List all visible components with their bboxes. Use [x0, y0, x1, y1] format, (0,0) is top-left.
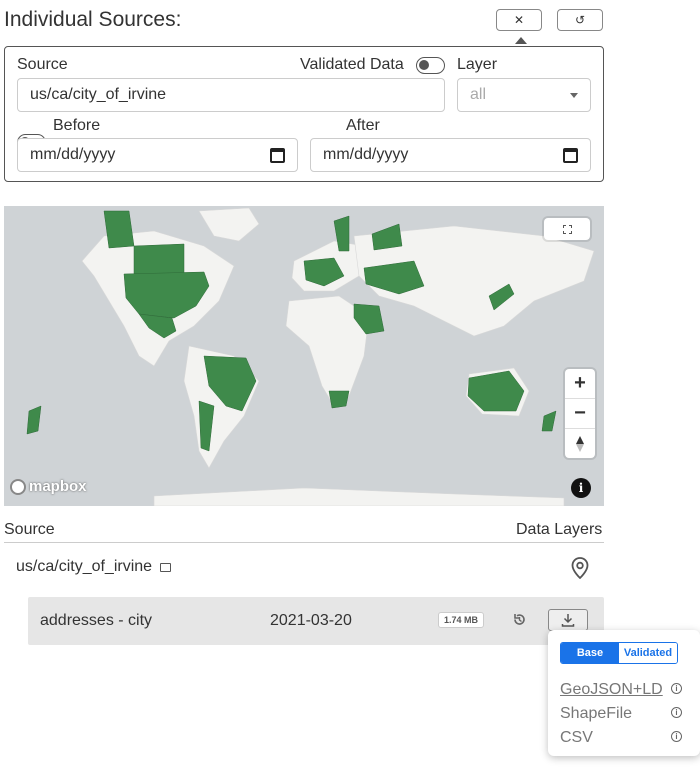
format-geojson-link[interactable]: GeoJSON+LD [560, 681, 663, 699]
layer-label: Layer [457, 56, 498, 73]
tab-validated-label: Validated [623, 647, 673, 659]
layer-select-value: all [470, 86, 487, 103]
compass-icon [576, 435, 584, 452]
close-icon: ✕ [513, 13, 525, 27]
caret-down-icon [570, 92, 578, 98]
data-type-toggle: Base Validated [560, 642, 678, 664]
tab-validated[interactable]: Validated [619, 643, 677, 663]
data-layers-column-header: Data Layers [516, 521, 603, 538]
source-input[interactable]: us/ca/city_of_irvine [17, 78, 445, 112]
layer-name: addresses - city [40, 612, 153, 629]
map-canvas [26, 207, 595, 506]
before-date-input[interactable]: mm/dd/yyyy [17, 138, 298, 172]
zoom-in-button[interactable]: + [565, 369, 595, 399]
info-icon[interactable]: i [671, 683, 682, 694]
close-button[interactable]: ✕ [496, 9, 542, 31]
source-column-header: Source [4, 521, 55, 538]
attribution-info-button[interactable]: i [571, 478, 591, 498]
minus-icon: − [574, 402, 586, 424]
source-input-value: us/ca/city_of_irvine [30, 86, 167, 103]
info-icon[interactable]: i [671, 707, 682, 718]
history-icon [514, 614, 525, 625]
filter-panel: Source Validated Data Layer us/ca/city_o… [4, 46, 604, 182]
info-icon: i [578, 481, 584, 495]
fullscreen-button[interactable] [544, 218, 590, 240]
mapbox-logo-icon [10, 478, 26, 495]
fullscreen-icon [562, 224, 572, 234]
after-date-value: mm/dd/yyyy [323, 146, 409, 163]
source-name: us/ca/city_of_irvine [16, 558, 153, 575]
location-pin-icon [571, 557, 589, 580]
data-layer-row: addresses - city 2021-03-20 1.74 MB [28, 597, 604, 645]
after-date-input[interactable]: mm/dd/yyyy [310, 138, 591, 172]
validated-label: Validated Data [300, 56, 404, 73]
info-icon[interactable]: i [671, 731, 682, 742]
location-pin-button[interactable] [571, 557, 589, 584]
world-map[interactable]: + − mapbox i [4, 206, 604, 506]
file-size-badge: 1.74 MB [438, 612, 485, 628]
layer-select[interactable]: all [457, 78, 591, 112]
source-label: Source [17, 56, 68, 73]
page-title: Individual Sources: [4, 8, 182, 31]
reset-icon: ↺ [574, 13, 586, 27]
reset-button[interactable]: ↺ [557, 9, 603, 31]
format-csv-link[interactable]: CSV [560, 729, 593, 747]
zoom-out-button[interactable]: − [565, 399, 595, 429]
download-popup: Base Validated GeoJSON+LD i ShapeFile i … [548, 630, 700, 756]
zoom-controls: + − [565, 369, 595, 458]
calendar-icon[interactable] [563, 147, 578, 163]
download-icon [561, 614, 575, 627]
history-button[interactable] [512, 612, 527, 627]
compass-button[interactable] [565, 429, 595, 458]
after-label: After [346, 117, 380, 134]
header-divider [4, 542, 604, 543]
calendar-icon[interactable] [270, 147, 285, 163]
plus-icon: + [574, 372, 586, 394]
layer-date: 2021-03-20 [270, 612, 352, 629]
map-icon[interactable] [160, 562, 172, 572]
tab-base-label: Base [576, 647, 604, 659]
before-date-value: mm/dd/yyyy [30, 146, 116, 163]
mapbox-logo: mapbox [10, 478, 87, 495]
format-shapefile-link[interactable]: ShapeFile [560, 705, 632, 723]
tab-base[interactable]: Base [561, 643, 619, 663]
before-label: Before [53, 117, 101, 134]
panel-caret-icon [515, 37, 527, 44]
validated-toggle[interactable] [416, 57, 445, 74]
download-button[interactable] [548, 609, 588, 631]
mapbox-logo-text: mapbox [29, 478, 87, 495]
source-row[interactable]: us/ca/city_of_irvine [16, 558, 172, 576]
